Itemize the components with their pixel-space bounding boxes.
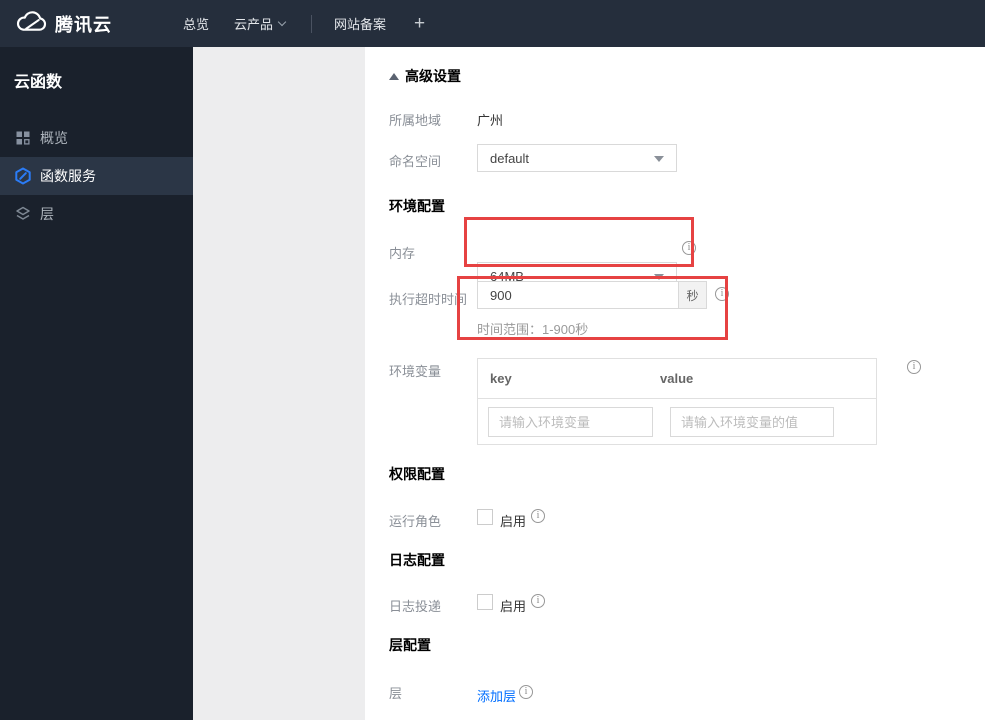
env-value-header: value <box>660 371 694 386</box>
advanced-settings-toggle[interactable]: 高级设置 <box>389 66 461 86</box>
topnav-item-products[interactable]: 云产品 <box>234 14 287 33</box>
log-config-section-title: 日志配置 <box>389 552 445 568</box>
secondary-panel <box>193 47 365 720</box>
chevron-down-icon <box>277 17 287 27</box>
layers-icon <box>14 205 32 223</box>
advanced-settings-label: 高级设置 <box>405 68 461 84</box>
overview-grid-icon <box>14 129 32 147</box>
add-tab-button[interactable]: + <box>414 13 425 35</box>
timeout-label: 执行超时时间 <box>389 292 468 307</box>
function-config-panel: 高级设置 所属地域 广州 命名空间 default 环境配置 内存 64MB i… <box>365 47 985 720</box>
sidebar-item-label: 函数服务 <box>40 168 96 184</box>
sidebar-item-overview[interactable]: 概览 <box>0 119 193 157</box>
region-label: 所属地域 <box>389 113 442 128</box>
memory-info-icon[interactable]: i <box>682 241 696 255</box>
env-value-input[interactable] <box>670 407 834 437</box>
namespace-selected-value: default <box>490 150 530 166</box>
log-ship-enable-label: 启用 <box>500 599 527 614</box>
timeout-input[interactable] <box>477 281 678 309</box>
namespace-label: 命名空间 <box>389 154 442 169</box>
topnav-divider <box>311 14 313 33</box>
timeout-input-group: 秒 <box>477 281 707 309</box>
add-layer-info-icon[interactable]: i <box>519 685 533 699</box>
sidebar-item-label: 概览 <box>40 130 68 146</box>
run-role-info-icon[interactable]: i <box>531 509 545 523</box>
log-ship-label: 日志投递 <box>389 599 442 614</box>
sidebar-menu: 概览 函数服务 层 <box>0 119 193 233</box>
log-ship-info-icon[interactable]: i <box>531 594 545 608</box>
timeout-unit-suffix: 秒 <box>678 281 707 309</box>
top-menu: 总览 云产品 网站备案 + <box>148 13 425 35</box>
select-caret-icon <box>654 274 664 280</box>
env-key-input[interactable] <box>488 407 653 437</box>
run-role-label: 运行角色 <box>389 514 442 529</box>
collapse-triangle-icon <box>389 72 399 80</box>
layer-config-section-title: 层配置 <box>389 637 431 653</box>
env-vars-header-row: key value <box>478 359 876 399</box>
top-navbar: 腾讯云 总览 云产品 网站备案 + <box>0 0 985 47</box>
env-vars-info-icon[interactable]: i <box>907 360 921 374</box>
env-key-header: key <box>490 371 512 386</box>
timeout-info-icon[interactable]: i <box>715 287 729 301</box>
env-config-section-title: 环境配置 <box>389 198 445 214</box>
namespace-select[interactable]: default <box>477 144 677 172</box>
sidebar-product-title: 云函数 <box>14 74 63 91</box>
layer-label: 层 <box>389 686 403 701</box>
env-vars-table: key value <box>477 358 877 445</box>
run-role-enable-label: 启用 <box>500 514 527 529</box>
topnav-item-icp[interactable]: 网站备案 <box>334 14 386 33</box>
product-sidebar: 云函数 概览 函数服务 层 <box>0 47 193 720</box>
perm-config-section-title: 权限配置 <box>389 466 445 482</box>
memory-label: 内存 <box>389 246 416 261</box>
env-vars-label: 环境变量 <box>389 364 442 379</box>
memory-highlight-box <box>464 217 694 267</box>
sidebar-item-function-service[interactable]: 函数服务 <box>0 157 193 195</box>
add-layer-link[interactable]: 添加层 <box>477 686 516 705</box>
run-role-checkbox[interactable] <box>477 509 493 525</box>
timeout-range-hint: 时间范围：1-900秒 <box>477 322 589 337</box>
sidebar-item-label: 层 <box>40 206 54 222</box>
brand-title: 腾讯云 <box>55 14 112 35</box>
log-ship-checkbox[interactable] <box>477 594 493 610</box>
function-service-icon <box>14 167 32 185</box>
select-caret-icon <box>654 156 664 162</box>
cloud-logo-icon <box>14 9 47 39</box>
region-value: 广州 <box>477 113 504 128</box>
topnav-item-overview[interactable]: 总览 <box>183 14 209 33</box>
sidebar-item-layers[interactable]: 层 <box>0 195 193 233</box>
tencent-cloud-logo[interactable]: 腾讯云 <box>14 9 112 39</box>
main-layout: 云函数 概览 函数服务 层 高级设置 所属地域 广州 命名空间 default … <box>0 47 985 720</box>
env-vars-input-row <box>478 399 876 445</box>
